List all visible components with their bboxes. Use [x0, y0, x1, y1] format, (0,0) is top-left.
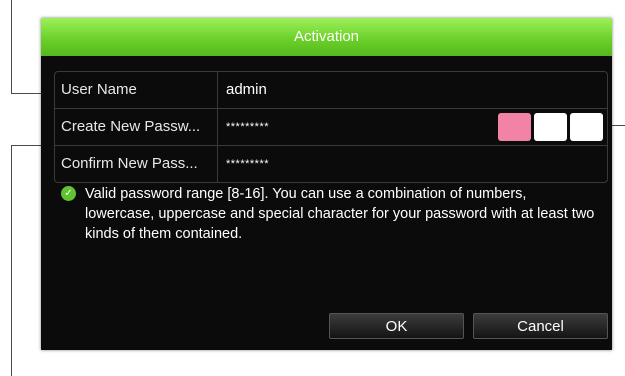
check-icon: ✓ — [61, 186, 76, 201]
confirm-password-label: Confirm New Pass... — [55, 146, 218, 182]
password-strength-indicator — [498, 113, 603, 141]
username-row: User Name admin — [55, 72, 607, 109]
create-password-row: Create New Passw... ********* — [55, 109, 607, 146]
username-label: User Name — [55, 72, 218, 108]
confirm-password-row: Confirm New Pass... ********* — [55, 146, 607, 182]
callout-line-password-vertical — [11, 145, 12, 376]
callout-line-username-vertical — [11, 0, 12, 94]
password-rule-note: ✓ Valid password range [8-16]. You can u… — [61, 184, 596, 244]
create-password-label: Create New Passw... — [55, 109, 218, 145]
ok-button[interactable]: OK — [329, 313, 464, 339]
dialog-title: Activation — [41, 18, 612, 56]
create-password-field[interactable]: ********* — [218, 109, 607, 145]
strength-segment-3 — [570, 113, 603, 141]
create-password-value: ********* — [226, 121, 270, 133]
username-field[interactable]: admin — [218, 72, 607, 108]
confirm-password-field[interactable]: ********* — [218, 146, 607, 182]
activation-dialog: Activation User Name admin Create New Pa… — [41, 18, 612, 350]
strength-segment-1 — [498, 113, 531, 141]
password-rule-text: Valid password range [8-16]. You can use… — [85, 186, 595, 242]
activation-form: User Name admin Create New Passw... ****… — [54, 71, 608, 183]
strength-segment-2 — [534, 113, 567, 141]
cancel-button[interactable]: Cancel — [473, 313, 608, 339]
